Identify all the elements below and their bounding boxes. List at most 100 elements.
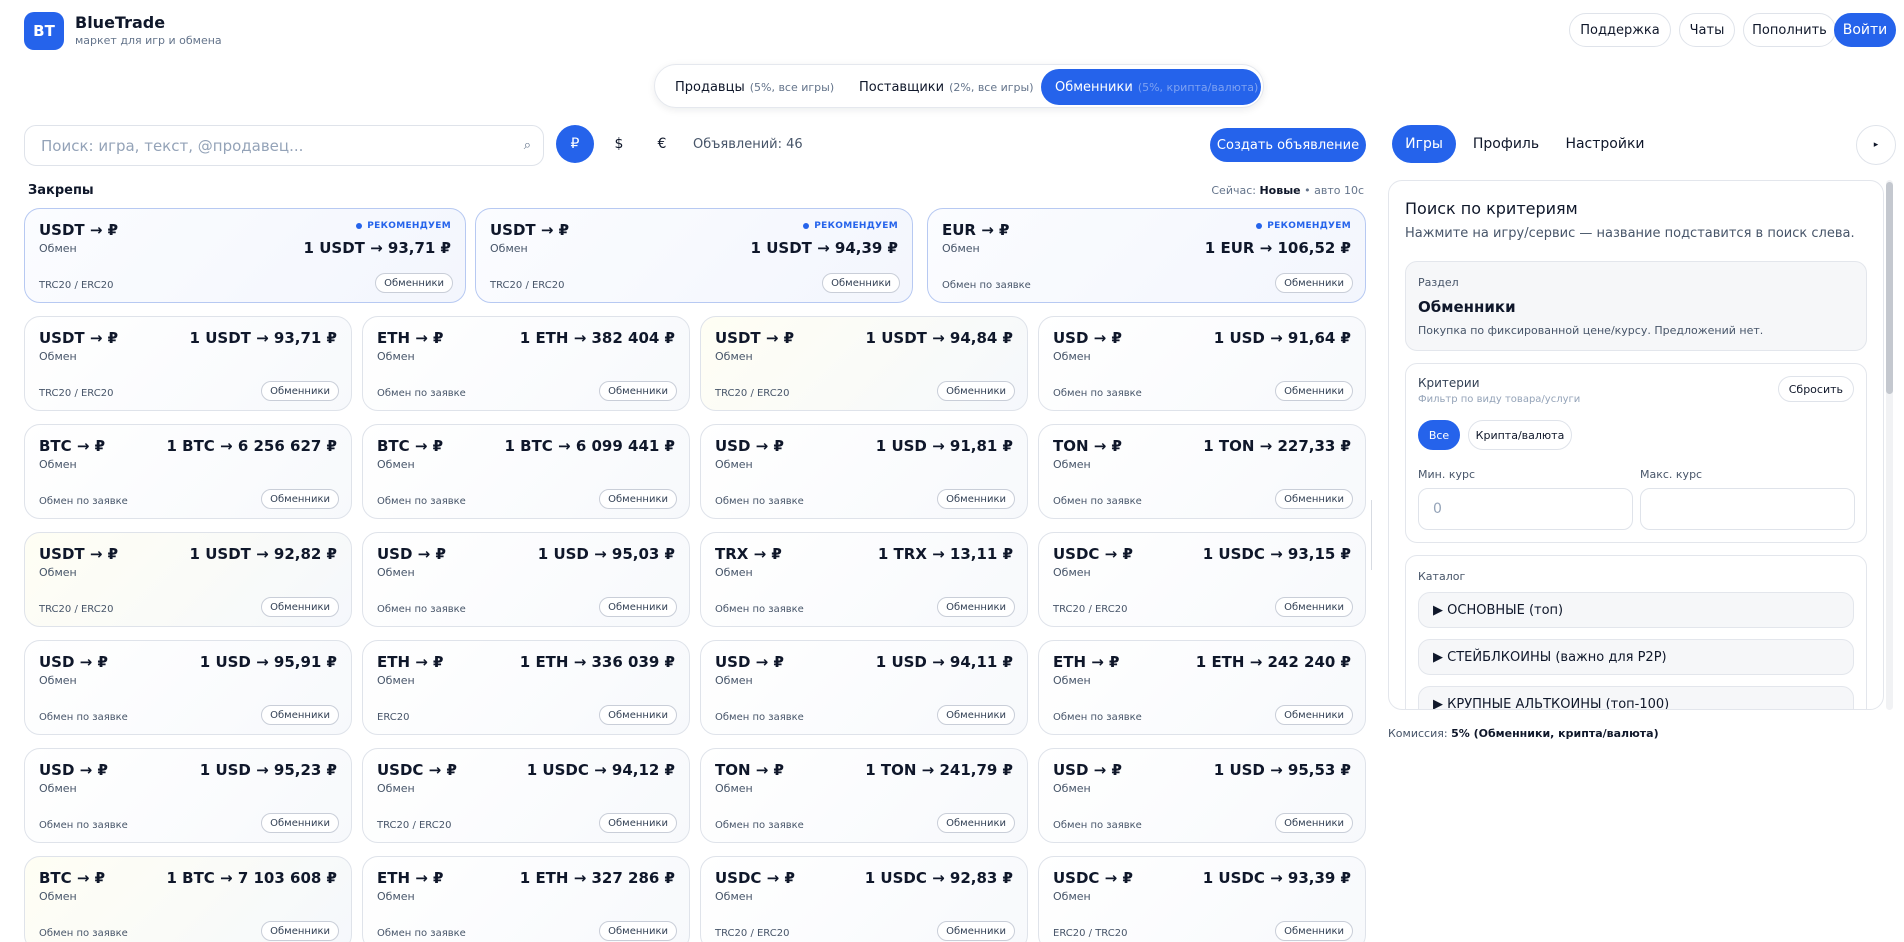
reset-button[interactable]: Сбросить bbox=[1777, 376, 1854, 402]
currency-usd[interactable]: $ bbox=[600, 125, 638, 163]
catalog-item-stablecoins[interactable]: ▶ СТЕЙБЛКОИНЫ (важно для P2P) bbox=[1418, 639, 1854, 675]
section-value: Обменники bbox=[1418, 298, 1516, 316]
card-tag[interactable]: Обменники bbox=[261, 489, 339, 509]
card-tag[interactable]: Обменники bbox=[261, 597, 339, 617]
tab-games[interactable]: Игры bbox=[1392, 125, 1456, 163]
offer-card[interactable]: USDT → ₽ Обмен 1 USDT → 94,84 ₽ TRC20 / ERC… bbox=[700, 316, 1028, 411]
card-tag[interactable]: Обменники bbox=[261, 705, 339, 725]
card-tag[interactable]: Обменники bbox=[822, 273, 900, 293]
support-button[interactable]: Поддержка bbox=[1569, 13, 1671, 47]
panel-scrollbar[interactable] bbox=[1886, 182, 1893, 394]
offer-card[interactable]: USD → ₽ Обмен 1 USD → 95,03 ₽ Обмен по заяв… bbox=[362, 532, 690, 627]
card-tag[interactable]: Обменники bbox=[1275, 813, 1353, 833]
card-rate: 1 ETH → 327 286 ₽ bbox=[519, 869, 675, 887]
offer-card[interactable]: BTC → ₽ Обмен 1 BTC → 6 256 627 ₽ Обмен по … bbox=[24, 424, 352, 519]
card-tag[interactable]: Обменники bbox=[261, 381, 339, 401]
offer-card[interactable]: BTC → ₽ Обмен 1 BTC → 7 103 608 ₽ Обмен по … bbox=[24, 856, 352, 942]
card-tag[interactable]: Обменники bbox=[937, 921, 1015, 941]
card-pair: USDT → ₽ bbox=[39, 329, 119, 347]
offer-card[interactable]: USD → ₽ Обмен 1 USD → 94,11 ₽ Обмен по заяв… bbox=[700, 640, 1028, 735]
chip-crypto[interactable]: Крипта/валюта bbox=[1468, 420, 1572, 450]
card-tag[interactable]: Обменники bbox=[937, 597, 1015, 617]
card-tag[interactable]: Обменники bbox=[937, 705, 1015, 725]
card-kind: Обмен bbox=[1053, 458, 1091, 471]
pinned-card[interactable]: USDT → ₽ Обмен РЕКОМЕНДУЕМ 1 USDT → 93,7… bbox=[24, 208, 466, 303]
offer-card[interactable]: ETH → ₽ Обмен 1 ETH → 336 039 ₽ ERC20 Обменн… bbox=[362, 640, 690, 735]
card-tag[interactable]: Обменники bbox=[375, 273, 453, 293]
offer-card[interactable]: USD → ₽ Обмен 1 USD → 95,53 ₽ Обмен по заяв… bbox=[1038, 748, 1366, 843]
card-tag[interactable]: Обменники bbox=[261, 921, 339, 941]
catalog-item-main[interactable]: ▶ ОСНОВНЫЕ (топ) bbox=[1418, 592, 1854, 628]
card-kind: Обмен bbox=[1053, 782, 1091, 795]
tab-profile[interactable]: Профиль bbox=[1466, 125, 1546, 163]
create-listing-button[interactable]: Создать объявление bbox=[1210, 128, 1366, 162]
mode-hint: (5%, все игры) bbox=[749, 80, 835, 94]
catalog-item-altcoins[interactable]: ▶ КРУПНЫЕ АЛЬТКОИНЫ (топ-100) bbox=[1418, 686, 1854, 709]
sort-status[interactable]: Сейчас: Новые • авто 10с bbox=[1211, 184, 1364, 197]
card-tag[interactable]: Обменники bbox=[599, 813, 677, 833]
chats-button[interactable]: Чаты bbox=[1679, 13, 1735, 47]
currency-rub[interactable]: ₽ bbox=[556, 125, 594, 163]
topup-button[interactable]: Пополнить bbox=[1743, 13, 1836, 47]
currency-eur[interactable]: € bbox=[643, 125, 681, 163]
offer-card[interactable]: USD → ₽ Обмен 1 USD → 95,91 ₽ Обмен по заяв… bbox=[24, 640, 352, 735]
card-tag[interactable]: Обменники bbox=[1275, 921, 1353, 941]
offer-card[interactable]: BTC → ₽ Обмен 1 BTC → 6 099 441 ₽ Обмен по … bbox=[362, 424, 690, 519]
offer-card[interactable]: USDT → ₽ Обмен 1 USDT → 93,71 ₽ TRC20 / ERC… bbox=[24, 316, 352, 411]
logo[interactable]: BT bbox=[24, 12, 64, 50]
card-tag[interactable]: Обменники bbox=[937, 489, 1015, 509]
panel-toggle-arrow-icon[interactable]: ▸ bbox=[1856, 125, 1896, 165]
offer-card[interactable]: ETH → ₽ Обмен 1 ETH → 242 240 ₽ Обмен по за… bbox=[1038, 640, 1366, 735]
mode-sellers[interactable]: Продавцы (5%, все игры) bbox=[661, 69, 848, 105]
card-tag[interactable]: Обменники bbox=[261, 813, 339, 833]
search-icon[interactable]: ⌕ bbox=[524, 138, 531, 153]
offer-card[interactable]: ETH → ₽ Обмен 1 ETH → 382 404 ₽ Обмен по за… bbox=[362, 316, 690, 411]
offer-card[interactable]: USDC → ₽ Обмен 1 USDC → 93,15 ₽ TRC20 / ERC… bbox=[1038, 532, 1366, 627]
card-pair: TON → ₽ bbox=[1053, 437, 1122, 455]
card-tag[interactable]: Обменники bbox=[937, 813, 1015, 833]
card-tag[interactable]: Обменники bbox=[599, 921, 677, 941]
card-pair: USD → ₽ bbox=[1053, 329, 1122, 347]
card-rate: 1 USD → 95,03 ₽ bbox=[537, 545, 675, 563]
offer-card[interactable]: USD → ₽ Обмен 1 USD → 91,64 ₽ Обмен по заяв… bbox=[1038, 316, 1366, 411]
pinned-card[interactable]: EUR → ₽ Обмен РЕКОМЕНДУЕМ 1 EUR → 106,52… bbox=[927, 208, 1366, 303]
section-note: Покупка по фиксированной цене/курсу. Пре… bbox=[1418, 324, 1764, 337]
offer-card[interactable]: TON → ₽ Обмен 1 TON → 227,33 ₽ Обмен по зая… bbox=[1038, 424, 1366, 519]
card-tag[interactable]: Обменники bbox=[1275, 705, 1353, 725]
offer-card[interactable]: USD → ₽ Обмен 1 USD → 91,81 ₽ Обмен по заяв… bbox=[700, 424, 1028, 519]
max-rate-input[interactable] bbox=[1640, 488, 1855, 530]
offer-card[interactable]: ETH → ₽ Обмен 1 ETH → 327 286 ₽ Обмен по за… bbox=[362, 856, 690, 942]
card-tag[interactable]: Обменники bbox=[1275, 381, 1353, 401]
offer-card[interactable]: USDT → ₽ Обмен 1 USDT → 92,82 ₽ TRC20 / ERC… bbox=[24, 532, 352, 627]
search-input[interactable] bbox=[25, 126, 495, 165]
catalog-title: Каталог bbox=[1418, 570, 1466, 583]
pinned-card[interactable]: USDT → ₽ Обмен РЕКОМЕНДУЕМ 1 USDT → 94,3… bbox=[475, 208, 913, 303]
card-tag[interactable]: Обменники bbox=[1275, 489, 1353, 509]
card-pair: ETH → ₽ bbox=[377, 329, 444, 347]
card-network: Обмен по заявке bbox=[1053, 388, 1142, 399]
offer-card[interactable]: TON → ₽ Обмен 1 TON → 241,79 ₽ Обмен по зая… bbox=[700, 748, 1028, 843]
min-rate-input[interactable]: 0 bbox=[1418, 488, 1633, 530]
offer-card[interactable]: USDC → ₽ Обмен 1 USDC → 92,83 ₽ TRC20 / ERC… bbox=[700, 856, 1028, 942]
card-tag[interactable]: Обменники bbox=[1275, 273, 1353, 293]
chip-all[interactable]: Все bbox=[1418, 420, 1460, 450]
card-tag[interactable]: Обменники bbox=[1275, 597, 1353, 617]
offer-card[interactable]: USDC → ₽ Обмен 1 USDC → 93,39 ₽ ERC20 / TRC… bbox=[1038, 856, 1366, 942]
recommend-label: РЕКОМЕНДУЕМ bbox=[367, 221, 451, 231]
tab-settings[interactable]: Настройки bbox=[1562, 125, 1648, 163]
offer-card[interactable]: USDC → ₽ Обмен 1 USDC → 94,12 ₽ TRC20 / ERC… bbox=[362, 748, 690, 843]
card-tag[interactable]: Обменники bbox=[599, 381, 677, 401]
card-rate: 1 EUR → 106,52 ₽ bbox=[1204, 239, 1351, 257]
login-button[interactable]: Войти bbox=[1834, 13, 1896, 47]
card-tag[interactable]: Обменники bbox=[599, 489, 677, 509]
mode-suppliers[interactable]: Поставщики (2%, все игры) bbox=[845, 69, 1048, 105]
criteria-panel: Поиск по критериям Нажмите на игру/серви… bbox=[1388, 180, 1884, 710]
card-pair: TON → ₽ bbox=[715, 761, 784, 779]
card-tag[interactable]: Обменники bbox=[599, 705, 677, 725]
card-tag[interactable]: Обменники bbox=[599, 597, 677, 617]
mode-exchangers[interactable]: Обменники (5%, крипта/валюта) bbox=[1041, 69, 1261, 105]
card-pair: USDT → ₽ bbox=[715, 329, 795, 347]
offer-card[interactable]: TRX → ₽ Обмен 1 TRX → 13,11 ₽ Обмен по заяв… bbox=[700, 532, 1028, 627]
card-tag[interactable]: Обменники bbox=[937, 381, 1015, 401]
offer-card[interactable]: USD → ₽ Обмен 1 USD → 95,23 ₽ Обмен по заяв… bbox=[24, 748, 352, 843]
